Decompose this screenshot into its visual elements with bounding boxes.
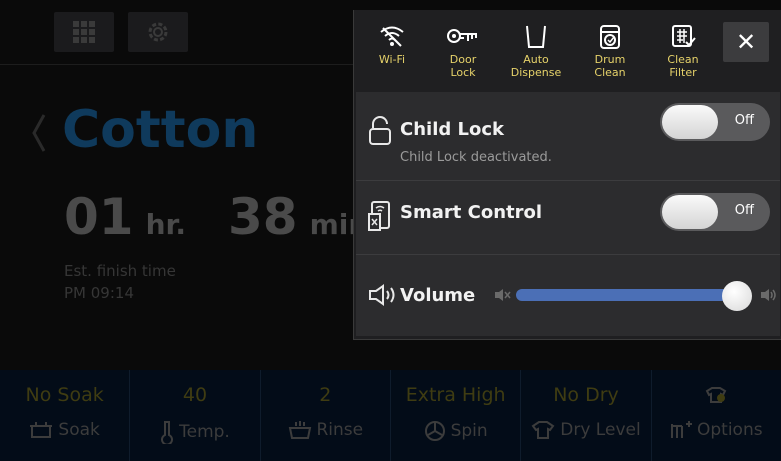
quick-settings-row: Wi-Fi Door Lock Auto Dispense Drum Clean xyxy=(354,10,781,96)
volume-slider-handle[interactable] xyxy=(722,281,752,311)
divider xyxy=(356,254,780,255)
toggle-knob xyxy=(662,195,718,229)
option-label: Dry Level xyxy=(560,420,641,440)
dispenser-icon xyxy=(526,25,546,48)
volume-mute-icon xyxy=(495,289,511,301)
option-options[interactable]: Options xyxy=(652,370,781,461)
gear-icon xyxy=(148,22,168,42)
smart-control-icon xyxy=(368,201,390,231)
option-label: Soak xyxy=(58,420,100,440)
option-label: Spin xyxy=(450,421,488,441)
option-spin[interactable]: Extra High Spin xyxy=(391,370,522,461)
quick-label: Drum Clean xyxy=(594,53,626,79)
child-lock-title: Child Lock xyxy=(400,119,504,140)
grid-icon xyxy=(73,21,95,43)
toggle-state: Off xyxy=(734,113,754,128)
option-label: Temp. xyxy=(179,422,230,442)
options-bar: No Soak Soak 40 Temp. 2 Rinse Extra High xyxy=(0,370,781,461)
smart-control-toggle[interactable]: Off xyxy=(660,193,770,231)
wifi-off-icon xyxy=(380,26,404,47)
option-soak[interactable]: No Soak Soak xyxy=(0,370,131,461)
settings-list: Child Lock Child Lock deactivated. Off S… xyxy=(356,92,780,336)
drum-icon xyxy=(600,25,620,49)
minutes-value: 38 xyxy=(227,188,298,246)
quick-label: Door Lock xyxy=(449,53,477,79)
quick-door-lock[interactable]: Door Lock xyxy=(426,24,500,79)
option-rinse[interactable]: 2 Rinse xyxy=(261,370,391,461)
finish-time-label: Est. finish time xyxy=(64,262,176,280)
options-icon xyxy=(671,421,692,438)
volume-title: Volume xyxy=(400,285,476,306)
spin-icon xyxy=(424,421,445,441)
speaker-icon xyxy=(369,284,395,306)
shirt-plus-icon xyxy=(705,387,727,403)
option-temp[interactable]: 40 Temp. xyxy=(130,370,261,461)
rinse-icon xyxy=(288,421,311,439)
filter-icon xyxy=(672,25,696,47)
quick-clean-filter[interactable]: Clean Filter xyxy=(646,24,720,79)
toggle-knob xyxy=(662,105,718,139)
quick-wifi[interactable]: Wi-Fi xyxy=(355,24,429,66)
key-icon xyxy=(447,29,477,43)
apps-button[interactable] xyxy=(54,12,114,52)
option-value: No Dry xyxy=(553,384,619,406)
child-lock-toggle[interactable]: Off xyxy=(660,103,770,141)
option-label: Rinse xyxy=(316,420,364,440)
quick-panel: Wi-Fi Door Lock Auto Dispense Drum Clean xyxy=(353,10,781,340)
finish-time-value: PM 09:14 xyxy=(64,284,134,302)
close-button[interactable]: ✕ xyxy=(723,22,769,62)
thermometer-icon xyxy=(161,421,174,444)
quick-drum-clean[interactable]: Drum Clean xyxy=(573,24,647,79)
option-value: 40 xyxy=(182,384,208,406)
hours-value: 01 xyxy=(64,188,134,246)
cycle-name[interactable]: Cotton xyxy=(62,100,258,160)
option-value xyxy=(652,384,781,409)
unlock-icon xyxy=(369,116,391,145)
option-value: 2 xyxy=(319,384,332,406)
divider xyxy=(356,180,780,181)
quick-label: Clean Filter xyxy=(667,53,699,79)
shirt-icon xyxy=(531,421,555,439)
option-dry-level[interactable]: No Dry Dry Level xyxy=(521,370,652,461)
quick-auto-dispense[interactable]: Auto Dispense xyxy=(499,24,573,79)
settings-button[interactable] xyxy=(128,12,188,52)
remaining-time: 01 hr. 38 min. xyxy=(64,188,379,246)
toggle-state: Off xyxy=(734,203,754,218)
option-label: Options xyxy=(697,420,763,440)
soak-icon xyxy=(30,422,53,438)
quick-label: Auto Dispense xyxy=(510,53,562,79)
hours-unit: hr. xyxy=(145,208,186,241)
smart-control-title: Smart Control xyxy=(400,202,543,223)
option-value: No Soak xyxy=(25,384,104,406)
volume-max-icon xyxy=(761,289,776,301)
quick-label: Wi-Fi xyxy=(378,53,406,66)
chevron-left-icon[interactable] xyxy=(30,111,48,155)
volume-slider-track[interactable] xyxy=(516,289,738,301)
child-lock-status: Child Lock deactivated. xyxy=(400,150,552,165)
option-value: Extra High xyxy=(405,384,506,406)
